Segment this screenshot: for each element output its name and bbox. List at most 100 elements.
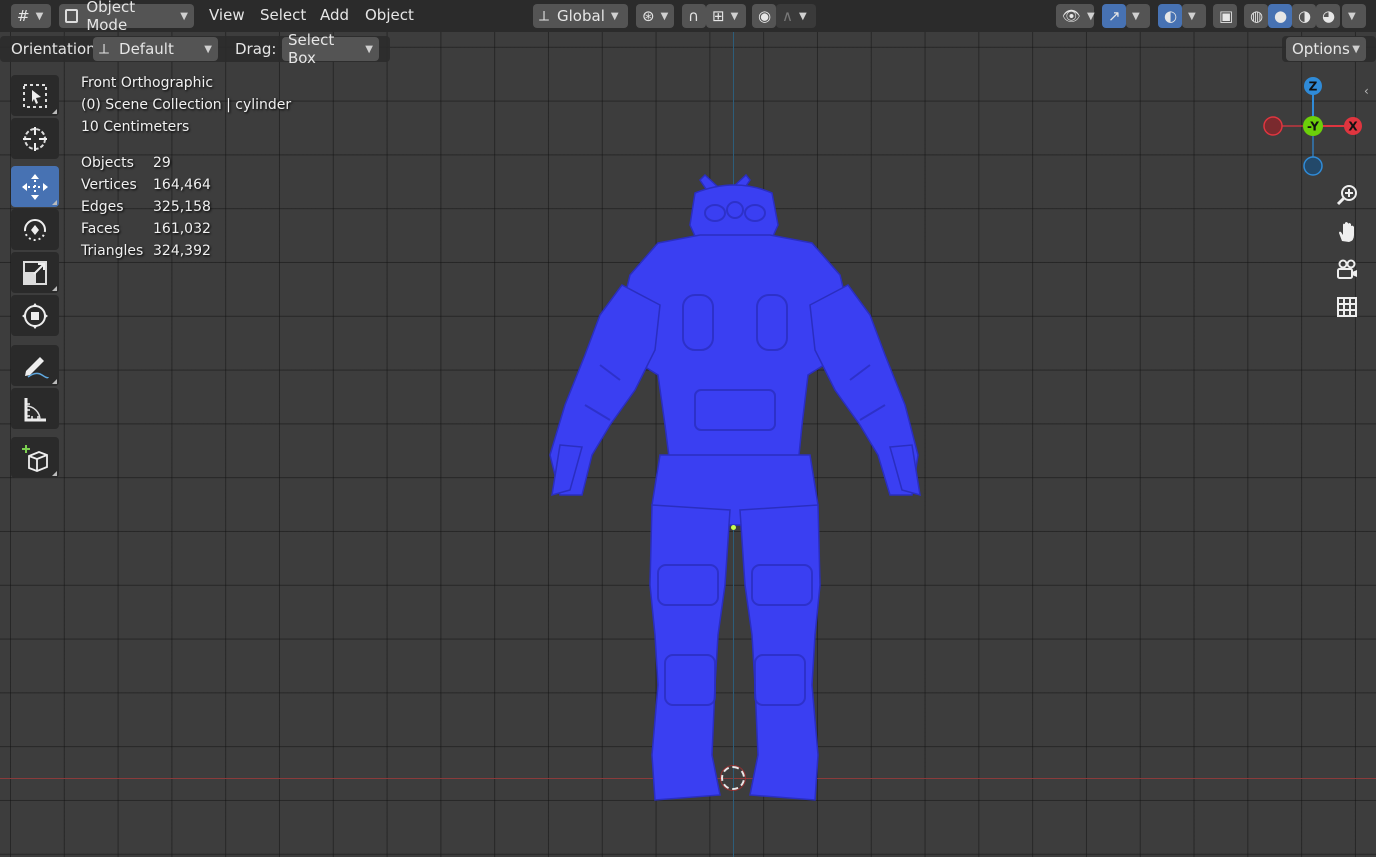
add-cube-icon — [22, 444, 48, 472]
stat-value: 325,158 — [153, 199, 211, 215]
rendered-sphere-icon: ◕ — [1322, 7, 1336, 25]
pivot-point-dropdown[interactable]: ⊛ ▼ — [636, 4, 674, 28]
orientation-dropdown[interactable]: ⟂ Default ▼ — [93, 37, 218, 61]
drag-value: Select Box — [288, 31, 335, 67]
cursor-icon — [23, 126, 47, 151]
falloff-dropdown[interactable]: ∧ ▼ — [776, 4, 816, 28]
chevron-down-icon: ▼ — [1188, 10, 1196, 22]
menu-object[interactable]: Object — [365, 6, 414, 24]
options-dropdown[interactable]: Options ▼ — [1286, 37, 1366, 61]
3d-viewport[interactable] — [0, 0, 1376, 857]
view-name: Front Orthographic — [81, 75, 214, 91]
stat-value: 164,464 — [153, 177, 211, 193]
overlays-toggle[interactable]: ◐ — [1158, 4, 1182, 28]
chevron-down-icon: ▼ — [1348, 10, 1356, 22]
stat-value: 29 — [153, 155, 171, 171]
xray-icon: ▣ — [1219, 7, 1234, 25]
camera-view-button[interactable] — [1332, 255, 1362, 285]
cursor-tool[interactable] — [11, 118, 59, 159]
options-label: Options — [1292, 40, 1350, 58]
proportional-edit-icon: ◉ — [758, 7, 772, 25]
material-sphere-icon: ◑ — [1298, 7, 1312, 25]
drag-dropdown[interactable]: Select Box ▼ — [282, 31, 379, 67]
wireframe-shading-button[interactable]: ◍ — [1244, 4, 1268, 28]
orientation-axes-icon: ⟂ — [539, 7, 550, 25]
material-shading-button[interactable]: ◑ — [1292, 4, 1316, 28]
3d-cursor[interactable] — [720, 765, 746, 791]
measure-tool[interactable] — [11, 388, 59, 429]
pivot-icon: ⊛ — [642, 7, 655, 25]
scale-tool[interactable] — [11, 252, 59, 293]
stat-label: Triangles — [81, 243, 144, 259]
magnet-icon: ∩ — [688, 7, 699, 25]
stat-label: Vertices — [81, 177, 137, 193]
solid-sphere-icon: ● — [1274, 7, 1288, 25]
snap-increment-icon: ⊞ — [712, 7, 725, 25]
object-mode-icon — [65, 9, 79, 23]
grid-icon — [1337, 297, 1357, 317]
viewport-header: # ▼ Object Mode ▼ View Select Add Object… — [0, 0, 1376, 34]
add-cube-tool[interactable] — [11, 437, 59, 478]
rotate-tool[interactable] — [11, 209, 59, 250]
stat-value: 161,032 — [153, 221, 211, 237]
sidebar-toggle-icon[interactable]: ‹ — [1364, 84, 1369, 98]
stat-label: Objects — [81, 155, 134, 171]
snap-target-dropdown[interactable]: ⊞ ▼ — [706, 4, 746, 28]
snap-toggle[interactable]: ∩ — [682, 4, 706, 28]
transform-icon — [22, 302, 48, 329]
transform-orientation-dropdown[interactable]: ⟂ Global ▼ — [533, 4, 628, 28]
chevron-down-icon: ▼ — [798, 10, 807, 22]
gizmo-neg-z-handle — [1303, 156, 1323, 176]
gizmo-y-label: -Y — [1307, 120, 1319, 134]
mode-label: Object Mode — [86, 0, 136, 34]
overlays-dropdown[interactable]: ▼ — [1182, 4, 1206, 28]
eye-icon: 👁 — [1062, 7, 1082, 25]
gizmo-z-label: Z — [1309, 80, 1318, 94]
zoom-button[interactable] — [1332, 180, 1362, 210]
perspective-toggle-button[interactable] — [1332, 292, 1362, 322]
menu-select[interactable]: Select — [260, 6, 306, 24]
mode-dropdown[interactable]: Object Mode ▼ — [59, 0, 194, 34]
chevron-down-icon: ▼ — [365, 43, 373, 55]
chevron-down-icon: ▼ — [730, 10, 739, 22]
character-model[interactable] — [540, 165, 930, 810]
rendered-shading-button[interactable]: ◕ — [1316, 4, 1340, 28]
transform-tool[interactable] — [11, 295, 59, 336]
gizmo-icon: ↗ — [1108, 7, 1121, 25]
orientation-gizmo-icon: ⟂ — [99, 40, 110, 58]
annotate-tool[interactable] — [11, 345, 59, 386]
chevron-down-icon: ▼ — [35, 10, 44, 22]
chevron-down-icon: ▼ — [1087, 10, 1095, 22]
stat-label: Faces — [81, 221, 120, 237]
gizmo-dropdown[interactable]: ▼ — [1126, 4, 1150, 28]
hand-icon — [1339, 222, 1354, 242]
menu-add[interactable]: Add — [320, 6, 349, 24]
overlays-icon: ◐ — [1164, 7, 1178, 25]
rotate-icon — [24, 218, 46, 241]
menu-view[interactable]: View — [209, 6, 245, 24]
pan-button[interactable] — [1332, 217, 1362, 247]
solid-shading-button[interactable]: ● — [1268, 4, 1292, 28]
chevron-down-icon: ▼ — [1132, 10, 1140, 22]
stat-label: Edges — [81, 199, 124, 215]
navigation-gizmo[interactable]: Z X -Y — [1258, 72, 1368, 182]
chevron-down-icon: ▼ — [180, 10, 188, 22]
gizmo-toggle[interactable]: ↗ — [1102, 4, 1126, 28]
orientation-label: Global — [557, 7, 605, 25]
select-box-icon — [23, 83, 47, 108]
drag-label: Drag: — [235, 40, 277, 58]
move-tool[interactable] — [11, 166, 59, 207]
object-origin-dot — [731, 525, 736, 530]
chevron-down-icon: ▼ — [204, 43, 212, 55]
chevron-down-icon: ▼ — [660, 10, 669, 22]
gizmo-neg-x-handle — [1263, 116, 1283, 136]
proportional-edit-toggle[interactable]: ◉ — [752, 4, 776, 28]
annotate-pencil-icon — [25, 356, 49, 378]
wireframe-sphere-icon: ◍ — [1250, 7, 1264, 25]
grid-scale: 10 Centimeters — [81, 119, 190, 135]
xray-toggle[interactable]: ▣ — [1213, 4, 1237, 28]
editor-type-button[interactable]: # ▼ — [11, 4, 51, 28]
shading-dropdown[interactable]: ▼ — [1342, 4, 1366, 28]
visibility-dropdown[interactable]: 👁 ▼ — [1056, 4, 1095, 28]
select-box-tool[interactable] — [11, 75, 59, 116]
